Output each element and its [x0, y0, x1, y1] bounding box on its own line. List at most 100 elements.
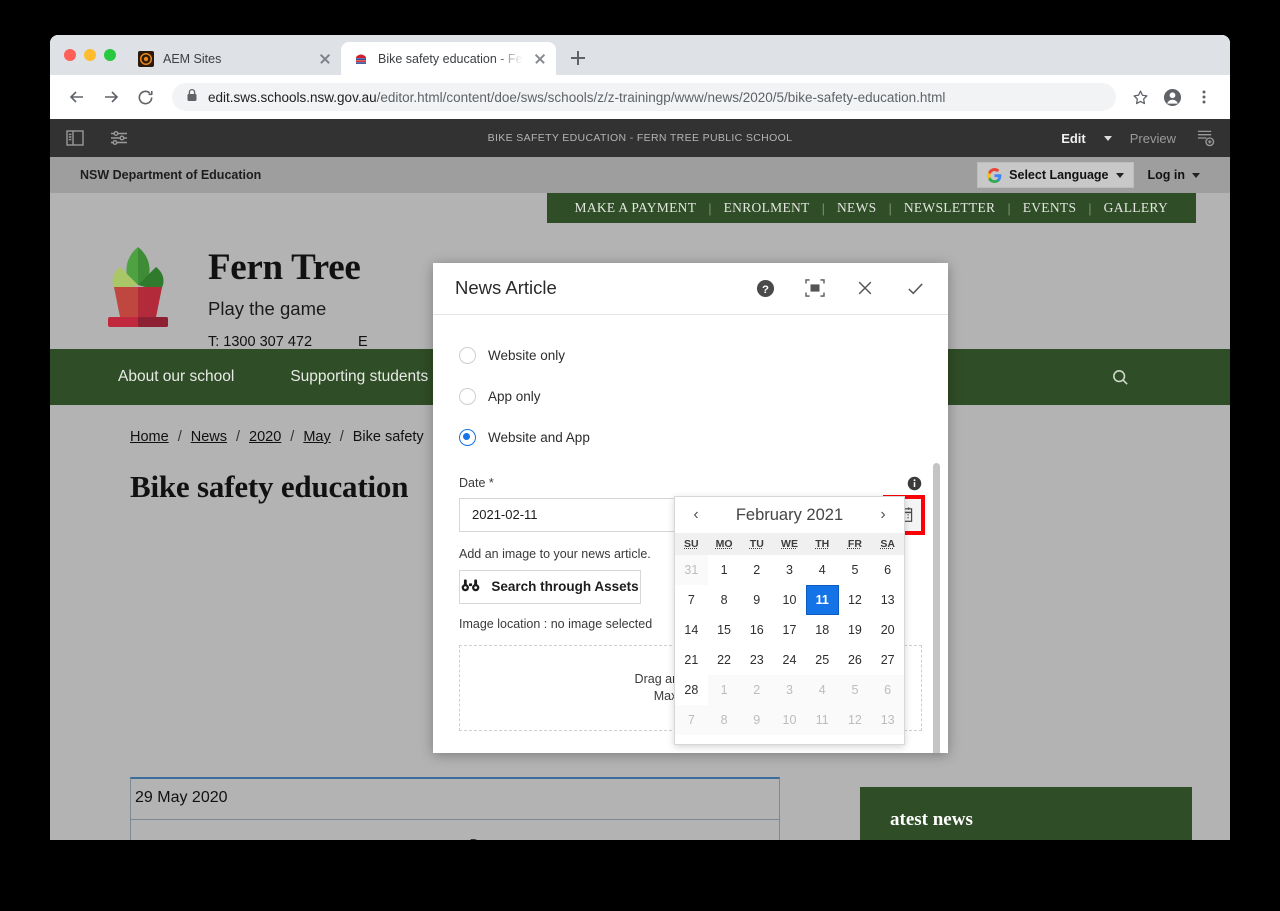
profile-avatar-icon[interactable] — [1158, 83, 1186, 111]
datepicker-day[interactable]: 20 — [871, 615, 904, 645]
datepicker-day[interactable]: 10 — [773, 705, 806, 735]
datepicker-day[interactable]: 28 — [675, 675, 708, 705]
datepicker-day[interactable]: 24 — [773, 645, 806, 675]
datepicker-day[interactable]: 31 — [675, 555, 708, 585]
search-through-assets-button[interactable]: Search through Assets — [459, 569, 641, 604]
datepicker-day[interactable]: 12 — [838, 585, 872, 615]
close-icon[interactable] — [317, 51, 333, 67]
datepicker-day[interactable]: 17 — [773, 615, 806, 645]
datepicker-day[interactable]: 5 — [838, 555, 872, 585]
datepicker-day[interactable]: 14 — [675, 615, 708, 645]
datepicker-day[interactable]: 5 — [838, 675, 872, 705]
chevron-left-icon[interactable]: ‹ — [685, 504, 707, 526]
radio-button[interactable] — [459, 387, 476, 405]
datepicker-day[interactable]: 22 — [707, 645, 741, 675]
browser-tab-aem-sites[interactable]: AEM Sites — [126, 42, 341, 75]
reload-icon[interactable] — [130, 82, 160, 112]
utility-nav-item[interactable]: EVENTS — [1011, 200, 1089, 216]
breadcrumb-item-may[interactable]: May — [303, 429, 330, 445]
minimize-window-button[interactable] — [84, 49, 96, 61]
dialog-scrollbar-thumb[interactable] — [933, 462, 940, 753]
chevron-down-icon[interactable] — [1103, 135, 1112, 141]
datepicker-day[interactable]: 25 — [805, 645, 839, 675]
chevron-right-icon[interactable]: › — [872, 504, 894, 526]
edit-mode-label[interactable]: Edit — [1061, 131, 1086, 146]
datepicker-day[interactable]: 21 — [675, 645, 708, 675]
browser-menu-icon[interactable] — [1190, 83, 1218, 111]
datepicker-day[interactable]: 13 — [871, 705, 904, 735]
dialog-scrollbar-track[interactable] — [931, 315, 943, 753]
radio-option-website-and-app[interactable]: Website and App — [459, 417, 922, 458]
address-bar[interactable]: edit.sws.schools.nsw.gov.au/editor.html/… — [172, 83, 1116, 111]
datepicker-day[interactable]: 6 — [871, 675, 904, 705]
datepicker-day[interactable]: 16 — [740, 615, 774, 645]
back-icon[interactable] — [62, 82, 92, 112]
datepicker-day[interactable]: 1 — [707, 675, 741, 705]
datepicker-day[interactable]: 23 — [740, 645, 774, 675]
datepicker-day[interactable]: 1 — [707, 555, 741, 585]
datepicker-day[interactable]: 3 — [773, 675, 806, 705]
utility-nav-item[interactable]: NEWSLETTER — [892, 200, 1007, 216]
info-icon[interactable] — [907, 476, 922, 491]
close-icon[interactable] — [854, 277, 876, 299]
datepicker-day[interactable]: 15 — [707, 615, 741, 645]
article-body-component[interactable]: D — [131, 819, 779, 840]
utility-nav-item[interactable]: MAKE A PAYMENT — [563, 200, 709, 216]
utility-nav-item[interactable]: GALLERY — [1092, 200, 1180, 216]
page-information-icon[interactable] — [1194, 127, 1216, 149]
login-menu[interactable]: Log in — [1148, 168, 1200, 182]
datepicker-day[interactable]: 4 — [805, 555, 839, 585]
datepicker-day[interactable]: 2 — [740, 555, 774, 585]
datepicker-day[interactable]: 19 — [838, 615, 872, 645]
done-icon[interactable] — [904, 277, 926, 299]
article-date-component[interactable]: 29 May 2020 D — [130, 777, 780, 840]
datepicker-day-selected[interactable]: 11 — [805, 585, 839, 615]
datepicker-day[interactable]: 9 — [740, 585, 774, 615]
radio-option-website-only[interactable]: Website only — [459, 335, 922, 376]
fullscreen-icon[interactable] — [804, 277, 826, 299]
close-window-button[interactable] — [64, 49, 76, 61]
datepicker-day[interactable]: 4 — [805, 675, 839, 705]
breadcrumb-item-home[interactable]: Home — [130, 429, 169, 445]
datepicker-day[interactable]: 2 — [740, 675, 774, 705]
datepicker-day[interactable]: 8 — [707, 705, 741, 735]
radio-button[interactable] — [459, 428, 476, 446]
datepicker-day[interactable]: 26 — [838, 645, 872, 675]
datepicker-day[interactable]: 6 — [871, 555, 904, 585]
breadcrumb-item-news[interactable]: News — [191, 429, 227, 445]
page-properties-sliders-icon[interactable] — [108, 127, 130, 149]
main-nav-item-about[interactable]: About our school — [90, 368, 262, 387]
radio-button[interactable] — [459, 346, 476, 364]
datepicker-day[interactable]: 7 — [675, 585, 708, 615]
aem-icon — [138, 50, 154, 67]
datepicker-day[interactable]: 18 — [805, 615, 839, 645]
utility-nav: MAKE A PAYMENT | ENROLMENT | NEWS | NEWS… — [546, 193, 1196, 223]
datepicker-day[interactable]: 10 — [773, 585, 806, 615]
datepicker-day[interactable]: 3 — [773, 555, 806, 585]
main-nav-item-supporting-students[interactable]: Supporting students — [262, 368, 456, 387]
sidebar-panel-icon[interactable] — [64, 127, 86, 149]
maximize-window-button[interactable] — [104, 49, 116, 61]
binoculars-icon — [461, 578, 480, 596]
utility-nav-item[interactable]: ENROLMENT — [712, 200, 822, 216]
datepicker-day[interactable]: 7 — [675, 705, 708, 735]
close-icon[interactable] — [532, 51, 548, 67]
browser-tab-bike-safety[interactable]: Bike safety education - Fern Tr — [341, 42, 556, 75]
utility-nav-item[interactable]: NEWS — [825, 200, 888, 216]
preview-mode-label[interactable]: Preview — [1130, 131, 1176, 146]
datepicker-day[interactable]: 9 — [740, 705, 774, 735]
datepicker-day[interactable]: 8 — [707, 585, 741, 615]
forward-icon[interactable] — [96, 82, 126, 112]
breadcrumb-item-2020[interactable]: 2020 — [249, 429, 281, 445]
aem-toolbar-right: Edit Preview — [1061, 127, 1216, 149]
datepicker-day[interactable]: 12 — [838, 705, 872, 735]
datepicker-day[interactable]: 11 — [805, 705, 839, 735]
help-icon[interactable]: ? — [754, 277, 776, 299]
radio-option-app-only[interactable]: App only — [459, 376, 922, 417]
new-tab-button[interactable] — [564, 44, 592, 72]
datepicker-day[interactable]: 13 — [871, 585, 904, 615]
site-search-button[interactable] — [1096, 349, 1144, 405]
select-language-dropdown[interactable]: Select Language — [977, 162, 1134, 188]
bookmark-star-icon[interactable] — [1126, 83, 1154, 111]
datepicker-day[interactable]: 27 — [871, 645, 904, 675]
